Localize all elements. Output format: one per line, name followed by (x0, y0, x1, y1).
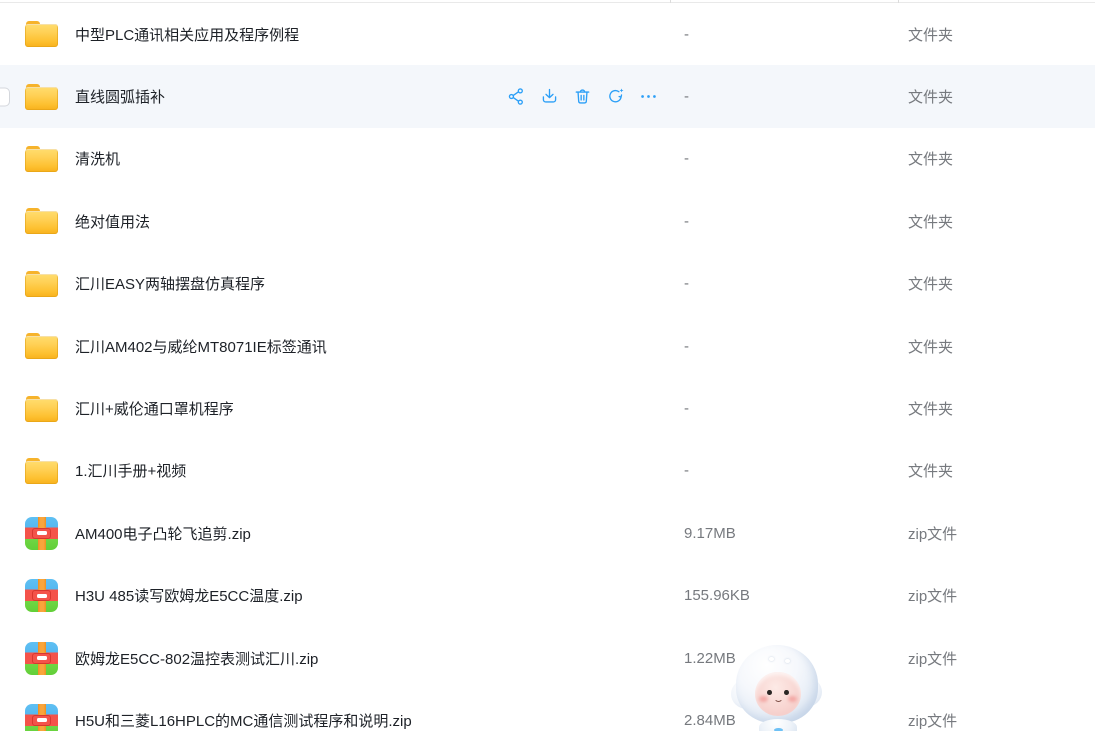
file-type: 文件夹 (898, 86, 1095, 107)
table-row[interactable]: 清洗机 - 文件夹 (0, 128, 1095, 190)
name-cell: H3U 485读写欧姆龙E5CC温度.zip (0, 579, 670, 612)
file-type: zip文件 (898, 585, 1095, 606)
file-size: - (670, 213, 898, 230)
file-name[interactable]: 汇川AM402与威纶MT8071IE标签通讯 (75, 336, 327, 357)
file-type: zip文件 (898, 648, 1095, 669)
file-name[interactable]: H3U 485读写欧姆龙E5CC温度.zip (75, 585, 303, 606)
folder-icon (25, 271, 58, 297)
file-size: - (670, 400, 898, 417)
file-name[interactable]: AM400电子凸轮飞追剪.zip (75, 523, 251, 544)
file-size: - (670, 462, 898, 479)
name-cell: 清洗机 (0, 146, 670, 172)
table-row[interactable]: 欧姆龙E5CC-802温控表测试汇川.zip 1.22MB zip文件 (0, 627, 1095, 689)
file-name[interactable]: 中型PLC通讯相关应用及程序例程 (75, 24, 299, 45)
file-size: - (670, 150, 898, 167)
row-checkbox[interactable] (0, 87, 10, 106)
file-name[interactable]: H5U和三菱L16HPLC的MC通信测试程序和说明.zip (75, 710, 412, 731)
share-icon[interactable] (507, 87, 526, 106)
file-type: 文件夹 (898, 148, 1095, 169)
folder-icon (25, 333, 58, 359)
file-size: - (670, 275, 898, 292)
folder-icon (25, 208, 58, 234)
file-type: 文件夹 (898, 336, 1095, 357)
table-row[interactable]: 绝对值用法 - 文件夹 (0, 190, 1095, 252)
file-size: - (670, 338, 898, 355)
mascot-face (755, 672, 801, 716)
file-type: 文件夹 (898, 398, 1095, 419)
folder-icon (25, 84, 58, 110)
table-row[interactable]: 1.汇川手册+视频 - 文件夹 (0, 440, 1095, 502)
delete-icon[interactable] (573, 87, 592, 106)
file-type: 文件夹 (898, 273, 1095, 294)
name-cell: 汇川AM402与威纶MT8071IE标签通讯 (0, 333, 670, 359)
table-row-hovered[interactable]: 直线圆弧插补 (0, 65, 1095, 127)
zip-file-icon (25, 517, 58, 550)
file-size: 9.17MB (670, 525, 898, 542)
cloud-mascot (733, 645, 823, 731)
table-row[interactable]: 中型PLC通讯相关应用及程序例程 - 文件夹 (0, 3, 1095, 65)
name-cell: 汇川+威伦通口罩机程序 (0, 396, 670, 422)
name-cell: 绝对值用法 (0, 208, 670, 234)
table-row[interactable]: H3U 485读写欧姆龙E5CC温度.zip 155.96KB zip文件 (0, 565, 1095, 627)
file-type: 文件夹 (898, 24, 1095, 45)
name-cell: AM400电子凸轮飞追剪.zip (0, 517, 670, 550)
name-cell: 汇川EASY两轴摆盘仿真程序 (0, 271, 670, 297)
table-row[interactable]: 汇川EASY两轴摆盘仿真程序 - 文件夹 (0, 253, 1095, 315)
file-size: - (670, 88, 898, 105)
file-type: 文件夹 (898, 211, 1095, 232)
zip-file-icon (25, 642, 58, 675)
zip-file-icon (25, 704, 58, 731)
table-row[interactable]: 汇川+威伦通口罩机程序 - 文件夹 (0, 377, 1095, 439)
file-manager-page: 中型PLC通讯相关应用及程序例程 - 文件夹 直线圆弧插补 (0, 0, 1095, 731)
table-row[interactable]: H5U和三菱L16HPLC的MC通信测试程序和说明.zip 2.84MB zip… (0, 689, 1095, 731)
name-cell: 直线圆弧插补 (0, 84, 670, 110)
folder-icon (25, 21, 58, 47)
folder-icon (25, 146, 58, 172)
file-name[interactable]: 清洗机 (75, 148, 120, 169)
table-row[interactable]: 汇川AM402与威纶MT8071IE标签通讯 - 文件夹 (0, 315, 1095, 377)
folder-icon (25, 396, 58, 422)
name-cell: 1.汇川手册+视频 (0, 458, 670, 484)
table-row[interactable]: AM400电子凸轮飞追剪.zip 9.17MB zip文件 (0, 502, 1095, 564)
file-name[interactable]: 欧姆龙E5CC-802温控表测试汇川.zip (75, 648, 318, 669)
zip-file-icon (25, 579, 58, 612)
file-name[interactable]: 直线圆弧插补 (75, 86, 165, 107)
file-type: zip文件 (898, 523, 1095, 544)
file-list: 中型PLC通讯相关应用及程序例程 - 文件夹 直线圆弧插补 (0, 3, 1095, 731)
download-icon[interactable] (540, 87, 559, 106)
name-cell: H5U和三菱L16HPLC的MC通信测试程序和说明.zip (0, 704, 670, 731)
file-size: - (670, 26, 898, 43)
folder-icon (25, 458, 58, 484)
row-action-bar (507, 87, 670, 106)
file-size: 155.96KB (670, 587, 898, 604)
more-icon[interactable] (639, 87, 658, 106)
file-type: zip文件 (898, 710, 1095, 731)
name-cell: 欧姆龙E5CC-802温控表测试汇川.zip (0, 642, 670, 675)
file-name[interactable]: 汇川+威伦通口罩机程序 (75, 398, 234, 419)
file-name[interactable]: 1.汇川手册+视频 (75, 460, 186, 481)
file-type: 文件夹 (898, 460, 1095, 481)
file-name[interactable]: 汇川EASY两轴摆盘仿真程序 (75, 273, 265, 294)
name-cell: 中型PLC通讯相关应用及程序例程 (0, 21, 670, 47)
file-name[interactable]: 绝对值用法 (75, 211, 150, 232)
transfer-icon[interactable] (606, 87, 625, 106)
